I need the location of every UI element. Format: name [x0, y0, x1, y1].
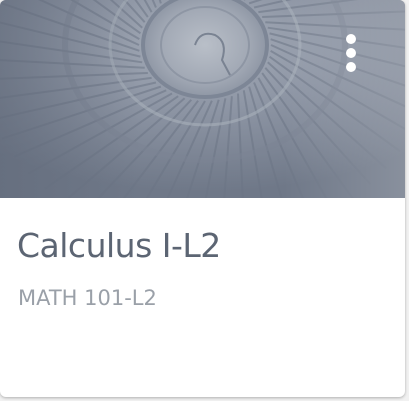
course-card[interactable]: Calculus I-L2 MATH 101-L2 [0, 0, 405, 397]
more-vertical-icon [346, 34, 356, 44]
course-card-body: Calculus I-L2 MATH 101-L2 [0, 198, 405, 397]
course-code: MATH 101-L2 [18, 286, 157, 310]
course-title[interactable]: Calculus I-L2 [17, 226, 221, 265]
course-banner-image[interactable] [0, 0, 405, 198]
more-options-button[interactable] [335, 28, 367, 78]
more-vertical-icon-dot [346, 48, 356, 58]
more-vertical-icon-dot [346, 62, 356, 72]
